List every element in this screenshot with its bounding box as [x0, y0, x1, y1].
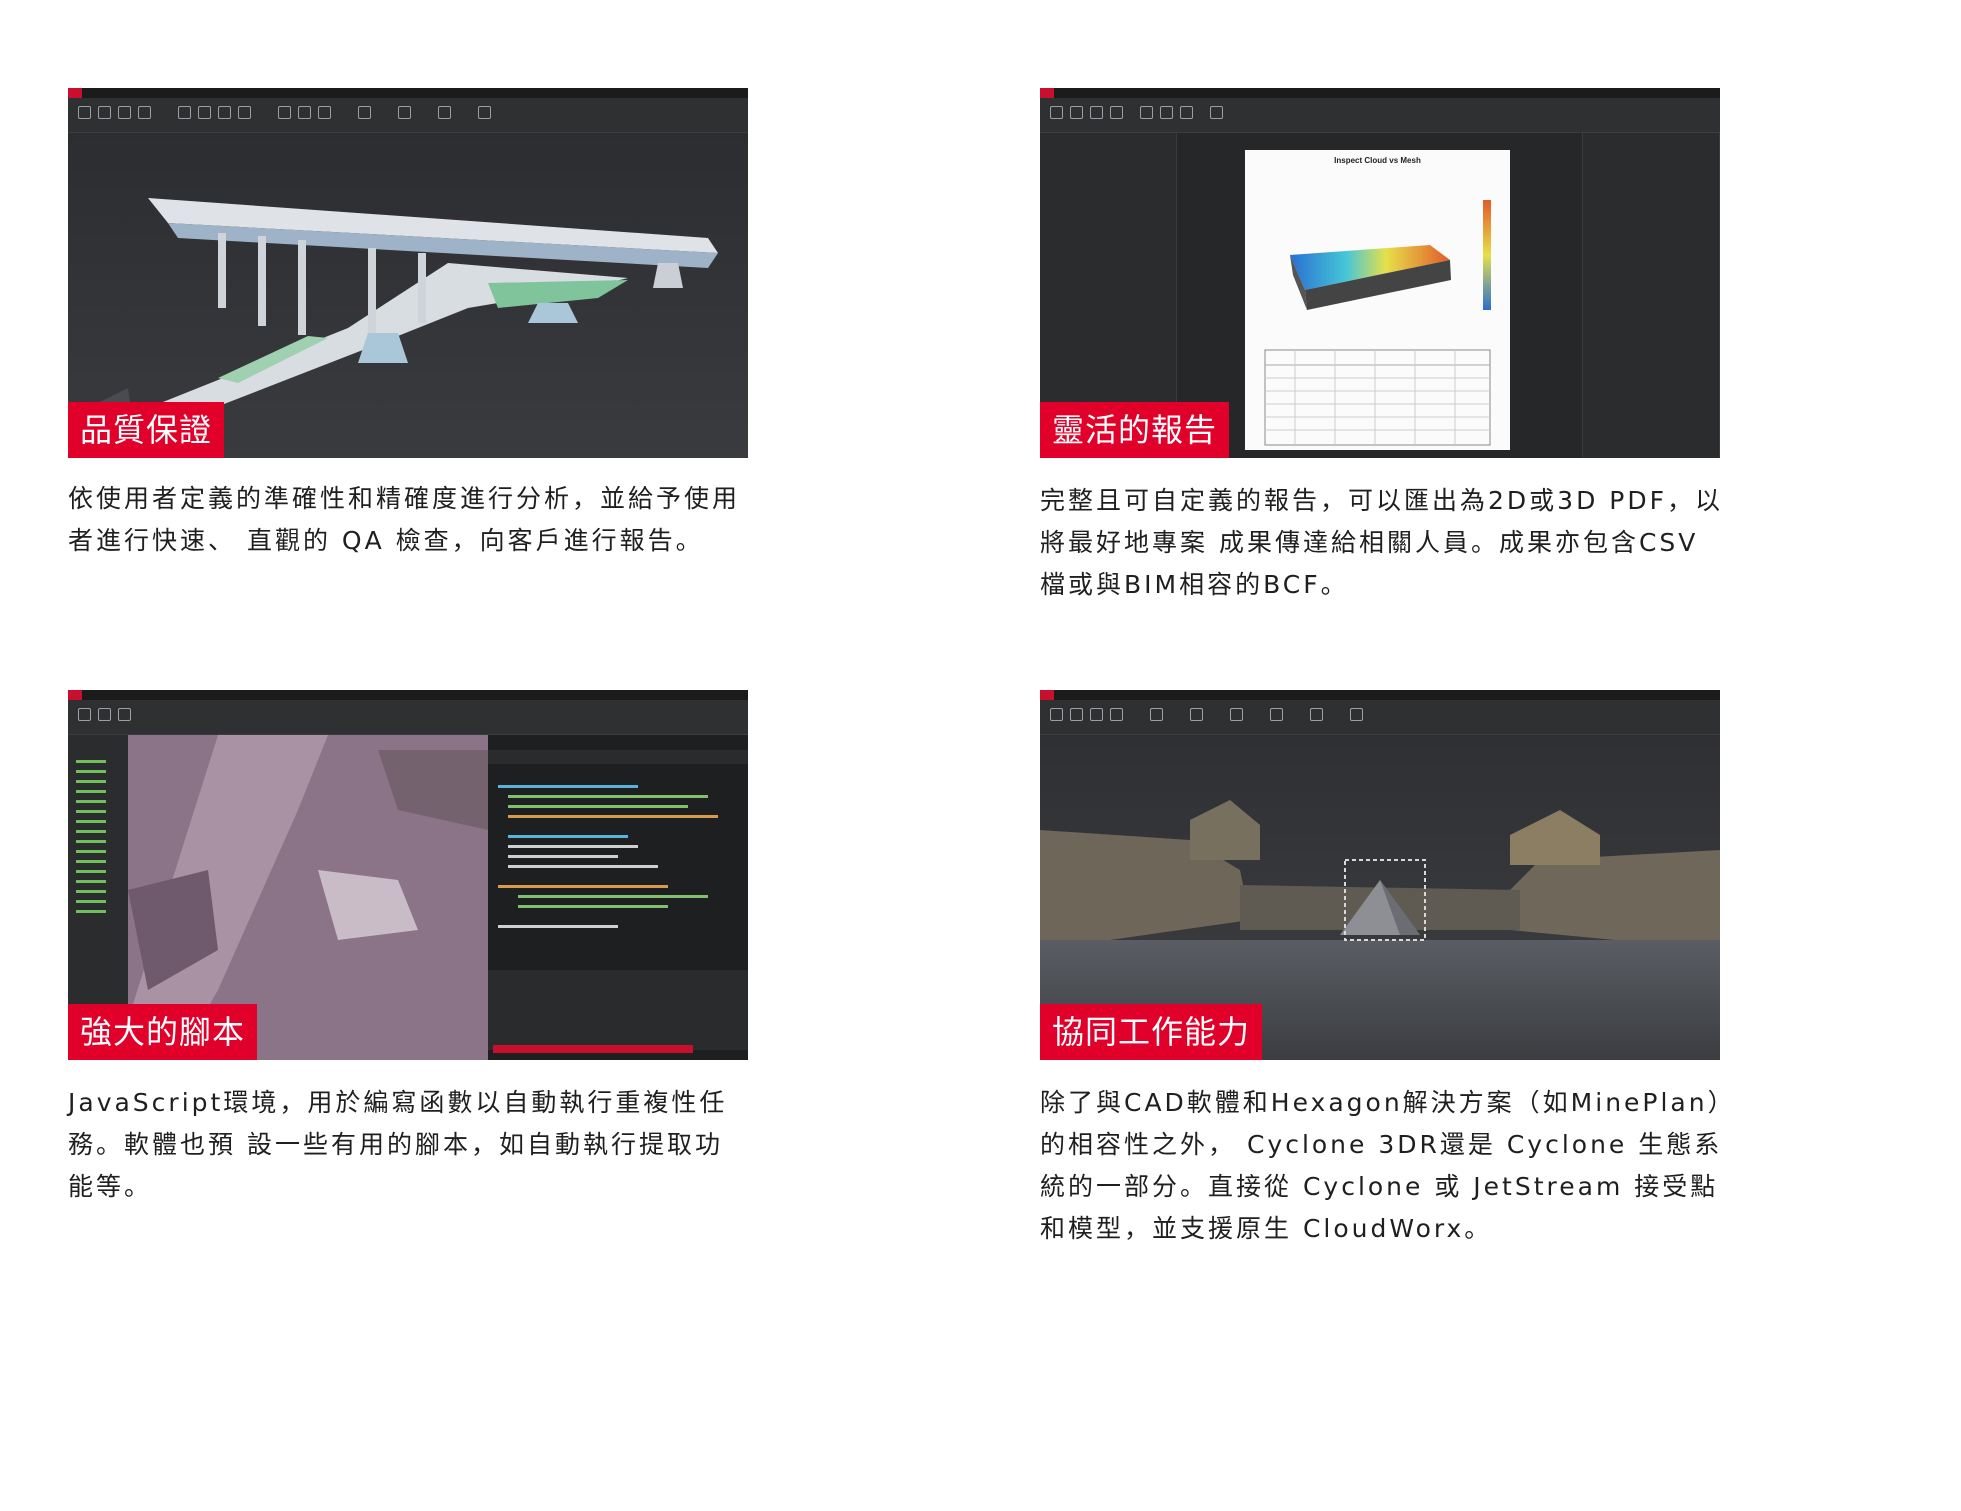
card-description: 除了與CAD軟體和Hexagon解決方案（如MinePlan）的相容性之外， C… — [1040, 1088, 1724, 1243]
card-label: 靈活的報告 — [1040, 402, 1230, 458]
card-description: JavaScript環境，用於編寫函數以自動執行重複性任務。軟體也預 設一些有用… — [68, 1088, 728, 1201]
card-label: 強大的腳本 — [68, 1004, 258, 1060]
card-description: 完整且可自定義的報告，可以匯出為2D或3D PDF，以將最好地專案 成果傳達給相… — [1040, 486, 1723, 599]
report-page: Inspect Cloud vs Mesh — [1245, 150, 1510, 450]
screenshot-scripting: 強大的腳本 — [68, 690, 748, 1060]
report-tree-panel — [1582, 133, 1720, 458]
screenshot-quality: 品質保證 — [68, 88, 748, 458]
card-description: 依使用者定義的準確性和精確度進行分析，並給予使用者進行快速、 直觀的 QA 檢查… — [68, 484, 741, 555]
card-label: 協同工作能力 — [1040, 1004, 1263, 1060]
screenshot-report: Inspect Cloud vs Mesh 靈活的報告 — [1040, 88, 1720, 458]
app-tab — [1040, 88, 1054, 98]
report-figure — [1264, 200, 1491, 446]
screenshot-interoperability: 協同工作能力 — [1040, 690, 1720, 1060]
ribbon — [1040, 98, 1720, 133]
card-label: 品質保證 — [68, 402, 225, 458]
menubar — [1040, 88, 1720, 98]
